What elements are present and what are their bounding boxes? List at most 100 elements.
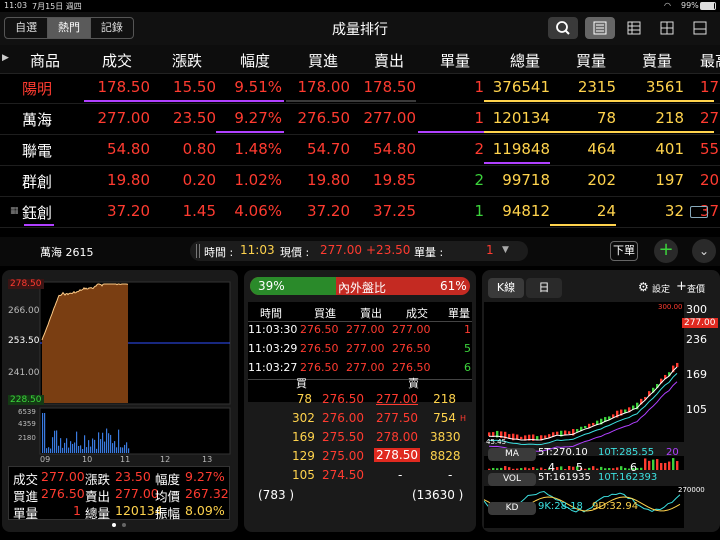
- col-ask[interactable]: 賣出: [362, 50, 404, 71]
- page-dot[interactable]: [122, 523, 126, 527]
- col-pct[interactable]: 幅度: [228, 50, 270, 71]
- list-view-button[interactable]: [585, 17, 615, 39]
- dropdown-icon[interactable]: ▼: [502, 245, 509, 255]
- y-tick: 300: [686, 303, 707, 316]
- volume-bar: [42, 413, 44, 453]
- drag-handle-icon[interactable]: ▦: [10, 206, 19, 216]
- pct: 9.51%: [234, 78, 282, 96]
- col-bid[interactable]: 買進: [296, 50, 338, 71]
- col-change[interactable]: 漲跌: [160, 50, 202, 71]
- period-day-tab[interactable]: 日: [526, 278, 562, 298]
- wifi-icon: ◠: [664, 1, 671, 10]
- col-bid-qty[interactable]: 買量: [564, 50, 606, 71]
- qty-label: 單量 :: [414, 246, 444, 259]
- kd-button[interactable]: KD: [488, 502, 536, 515]
- order-book-panel: 39% 內外盤比 61% 時間 買進 賣出 成交 單量 11:03:30 276…: [244, 270, 476, 532]
- gear-icon[interactable]: ⚙: [638, 280, 649, 294]
- expand-arrow-icon[interactable]: ▶: [2, 53, 9, 63]
- table-row[interactable]: 陽明 178.50 15.50 9.51% 178.00 178.50 1 37…: [0, 74, 720, 104]
- tab-watchlist[interactable]: 自選: [5, 18, 47, 38]
- page-dot-active[interactable]: [112, 523, 116, 527]
- volume-bar: [118, 429, 120, 453]
- volume-bar: [122, 447, 124, 453]
- add-icon[interactable]: +: [654, 239, 678, 263]
- col-high[interactable]: 最高: [700, 50, 720, 71]
- stat-label: 單量: [13, 506, 39, 521]
- volume-bar: [98, 432, 100, 453]
- price-tick: 253.50: [8, 336, 40, 346]
- stock-name: 萬海: [22, 111, 53, 129]
- ask-price: -: [398, 468, 403, 482]
- kline-tab[interactable]: K線: [488, 278, 524, 298]
- candle: [556, 431, 559, 435]
- search-button[interactable]: [548, 17, 578, 39]
- volume-bar: [86, 447, 88, 453]
- list-icon: [593, 21, 607, 35]
- row-underline: [484, 100, 714, 102]
- vol5-value: 5T:161935: [538, 472, 591, 483]
- row-underline: [84, 100, 284, 102]
- y-tick: 236: [686, 333, 707, 346]
- keyboard-icon[interactable]: [690, 206, 708, 218]
- bid-volume: 105: [292, 468, 315, 482]
- grid-view-button[interactable]: [652, 17, 682, 39]
- volume-bar: [102, 432, 104, 453]
- stock-name: 群創: [22, 173, 53, 191]
- ma-button[interactable]: MA: [488, 448, 536, 461]
- col-price[interactable]: 成交: [90, 50, 132, 71]
- bid: 19.80: [307, 171, 350, 189]
- kline-volume-bar: [564, 468, 567, 470]
- table-row[interactable]: 群創 19.80 0.20 1.02% 19.80 19.85 2 99718 …: [0, 167, 720, 197]
- kline-volume-bar: [660, 462, 663, 470]
- volume-bar: [100, 439, 102, 453]
- ask-qty: 401: [655, 140, 684, 158]
- query-button[interactable]: 查價: [687, 282, 705, 295]
- ask: 54.80: [373, 140, 416, 158]
- candle: [488, 432, 491, 437]
- table-view-button[interactable]: [619, 17, 649, 39]
- settings-button[interactable]: 設定: [652, 282, 670, 295]
- volume-bar: [114, 441, 116, 453]
- kline-chart: [484, 302, 684, 528]
- bid-price: 275.00: [322, 449, 364, 463]
- candle: [544, 435, 547, 439]
- kline-volume-bar: [676, 461, 679, 470]
- tick-qty: 6: [464, 361, 471, 374]
- plus-icon[interactable]: +: [676, 279, 687, 294]
- ratio-bar: 39% 內外盤比 61%: [250, 277, 470, 295]
- ask-price: 277.50: [376, 411, 418, 425]
- kd-d-value: 9D:32.94: [592, 501, 639, 512]
- kline-volume-bar: [596, 468, 599, 470]
- split-view-button[interactable]: [685, 17, 715, 39]
- table-row[interactable]: 聯電 54.80 0.80 1.48% 54.70 54.80 2 119848…: [0, 136, 720, 166]
- kline-volume-bar: [532, 467, 535, 470]
- order-button[interactable]: 下單: [610, 241, 638, 261]
- table-row[interactable]: 萬海 277.00 23.50 9.27% 276.50 277.00 1 12…: [0, 105, 720, 135]
- volume-bar: [58, 445, 60, 453]
- tab-popular[interactable]: 熱門: [47, 18, 91, 38]
- category-tabs: 自選 熱門 記錄: [4, 17, 134, 39]
- col-name[interactable]: 商品: [22, 50, 60, 71]
- stat-value: 276.50: [41, 486, 85, 501]
- stock-info-bar: 萬海 2615 時間 : 11:03 現價 : 277.00 +23.50 單量…: [0, 237, 720, 266]
- qty: 1: [474, 109, 484, 127]
- col-qty[interactable]: 單量: [428, 50, 470, 71]
- candle: [584, 425, 587, 429]
- candle: [624, 409, 627, 413]
- ask-price: 278.00: [376, 430, 418, 444]
- vol-button[interactable]: VOL: [488, 473, 536, 486]
- change: 15.50: [173, 78, 216, 96]
- volume-bar: [66, 438, 68, 453]
- col-volume[interactable]: 總量: [498, 50, 540, 71]
- table-row[interactable]: ▦ 鈺創 37.20 1.45 4.06% 37.20 37.25 1 9481…: [0, 198, 720, 228]
- tab-history[interactable]: 記錄: [91, 18, 133, 38]
- volume-bar: [54, 430, 56, 453]
- bid-qty: 24: [596, 202, 616, 220]
- price: 178.50: [97, 78, 151, 96]
- depth-header-sell: 賣: [408, 377, 419, 390]
- col-ask-qty[interactable]: 賣量: [630, 50, 672, 71]
- chevron-down-icon[interactable]: ⌄: [692, 239, 716, 263]
- tick-bid: 276.50: [300, 361, 339, 374]
- candle: [568, 431, 571, 435]
- ask-volume: 3830: [430, 430, 461, 444]
